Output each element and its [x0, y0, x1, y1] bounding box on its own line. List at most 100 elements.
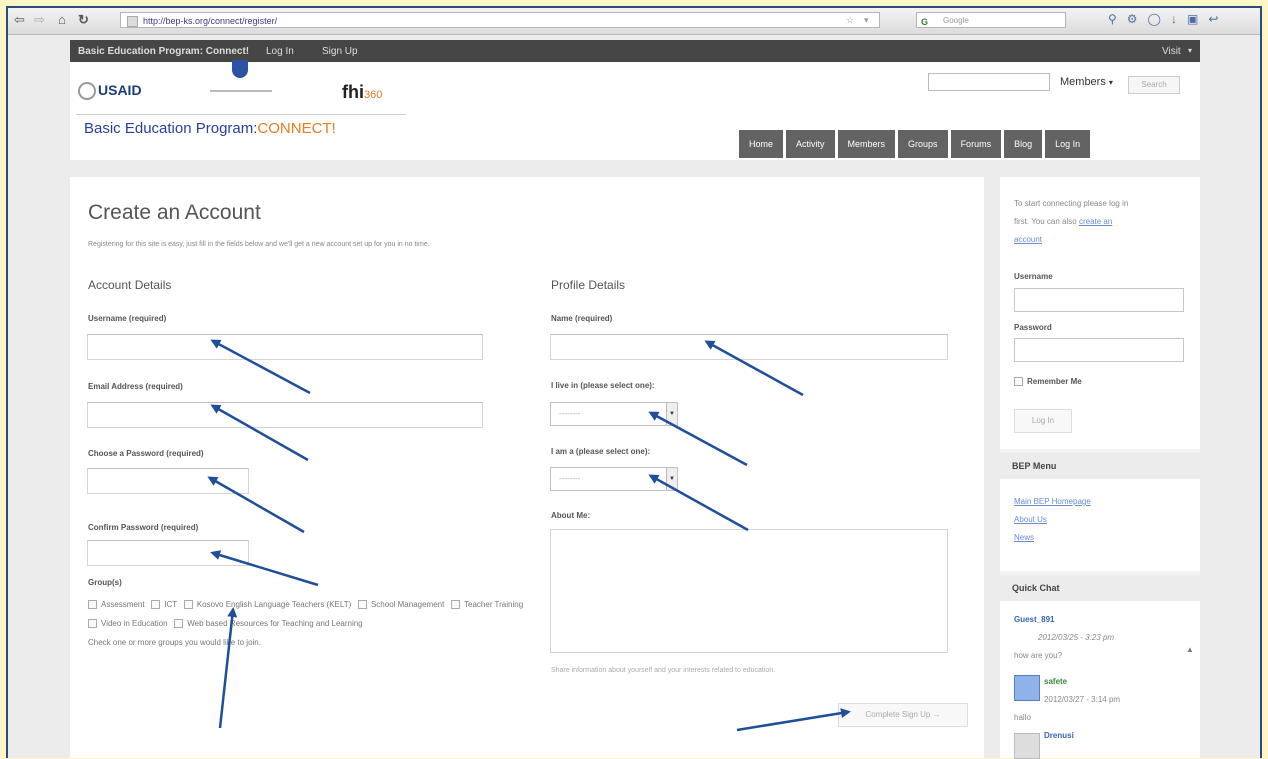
sidebar-username-label: Username: [1014, 272, 1053, 281]
admin-bar: Basic Education Program: Connect! Log In…: [70, 40, 1200, 62]
fhi-logo-text: fhi: [342, 82, 364, 102]
page-title: Create an Account: [88, 201, 261, 224]
chat-text: how are you?: [1014, 651, 1063, 660]
admin-bar-login[interactable]: Log In: [266, 46, 294, 57]
remember-me[interactable]: Remember Me: [1014, 377, 1082, 387]
about-me-label: About Me:: [551, 511, 591, 520]
chevron-down-icon: ▾: [1108, 78, 1113, 87]
chat-scroll-up-icon[interactable]: ▲: [1186, 645, 1194, 654]
site-title[interactable]: Basic Education Program:CONNECT!: [84, 120, 336, 137]
back-icon[interactable]: ⇦: [14, 12, 25, 28]
group-checkbox[interactable]: [174, 619, 184, 629]
group-checkbox[interactable]: [88, 619, 97, 629]
group-option-label: Kosovo English Language Teachers (KELT): [196, 600, 352, 609]
group-checkbox[interactable]: [88, 600, 97, 610]
nav-activity[interactable]: Activity: [786, 130, 835, 158]
google-icon: G: [921, 17, 929, 27]
login-intro: To start connecting please log in first.…: [1014, 195, 1128, 249]
i-am-label: I am a (please select one):: [551, 447, 651, 456]
main-nav: Home Activity Members Groups Forums Blog Log I…: [736, 130, 1091, 158]
login-intro-line-1: To start connecting please log in: [1014, 199, 1129, 208]
nav-members[interactable]: Members: [837, 130, 896, 158]
sidebar-username-input[interactable]: [1014, 288, 1184, 312]
menu-item-about-us[interactable]: About Us: [1014, 515, 1047, 524]
i-am-select[interactable]: -------- ▼: [550, 467, 678, 491]
about-me-textarea[interactable]: [550, 529, 948, 653]
live-in-value: --------: [559, 409, 581, 418]
group-checkbox[interactable]: [183, 600, 193, 610]
avatar: [1014, 733, 1040, 759]
fhi-logo-suffix: 360: [364, 89, 383, 101]
site-header: USAID fhi360 Basic Education Program:CON…: [70, 60, 1200, 160]
home-icon[interactable]: ⌂: [58, 12, 66, 28]
admin-bar-visit[interactable]: Visit: [1162, 46, 1181, 57]
group-checkbox[interactable]: [151, 600, 161, 610]
header-search-button[interactable]: Search: [1128, 76, 1180, 94]
login-widget: To start connecting please log in first.…: [1000, 177, 1200, 449]
site-title-connect: CONNECT!: [257, 120, 336, 137]
about-me-hint: Share information about yourself and you…: [551, 667, 776, 674]
admin-bar-signup[interactable]: Sign Up: [322, 46, 358, 57]
chat-time: 2012/03/25 - 3:23 pm: [1038, 633, 1115, 642]
confirm-password-input[interactable]: [87, 540, 249, 566]
registration-form: Create an Account Registering for this s…: [70, 177, 984, 758]
username-input[interactable]: [87, 334, 483, 360]
group-checkbox[interactable]: [451, 600, 461, 610]
bep-menu: Main BEP Homepage About Us News: [1000, 479, 1200, 571]
usaid-logo[interactable]: USAID: [78, 82, 142, 101]
name-input[interactable]: [550, 334, 948, 360]
group-option-label: Teacher Training: [464, 600, 524, 609]
intro-text: Registering for this site is easy, just …: [88, 241, 430, 248]
group-option-label: Web based Resources for Teaching and Lea…: [187, 619, 363, 628]
password-label: Choose a Password (required): [88, 449, 204, 458]
sidebar-login-button[interactable]: Log In: [1014, 409, 1072, 433]
group-option-label: ICT: [164, 600, 178, 609]
usaid-seal-icon: [78, 82, 96, 101]
confirm-password-label: Confirm Password (required): [88, 523, 199, 532]
chat-username[interactable]: Guest_891: [1014, 615, 1054, 624]
search-placeholder: Google: [943, 16, 969, 25]
bep-menu-list: Main BEP Homepage About Us News: [1014, 493, 1091, 547]
login-intro-line-2: first. You can also: [1014, 217, 1077, 226]
group-checkbox[interactable]: [357, 600, 367, 610]
chat-message: Drenusi: [1044, 727, 1074, 745]
password-input[interactable]: [87, 468, 249, 494]
sidebar-password-label: Password: [1014, 323, 1052, 332]
menu-item-main-homepage[interactable]: Main BEP Homepage: [1014, 497, 1091, 506]
complete-signup-button[interactable]: Complete Sign Up →: [838, 703, 968, 727]
chat-username[interactable]: Drenusi: [1044, 731, 1074, 740]
remember-me-checkbox[interactable]: [1014, 377, 1023, 387]
forward-icon[interactable]: ⇨: [34, 12, 45, 28]
chat-username[interactable]: safete: [1044, 677, 1067, 686]
groups-hint: Check one or more groups you would like …: [88, 638, 261, 647]
nav-home[interactable]: Home: [739, 130, 784, 158]
header-divider: [76, 114, 406, 115]
address-bar[interactable]: http://bep-ks.org/connect/register/: [120, 12, 880, 28]
username-label: Username (required): [88, 314, 167, 323]
browser-search-input[interactable]: G Google: [916, 12, 1066, 28]
admin-bar-site[interactable]: Basic Education Program: Connect!: [78, 46, 249, 57]
menu-item-news[interactable]: News: [1014, 533, 1034, 542]
logo-divider: [210, 90, 272, 92]
live-in-select[interactable]: -------- ▼: [550, 402, 678, 426]
bookmark-star-icon[interactable]: ☆: [846, 12, 854, 28]
search-scope-select[interactable]: Members ▾: [1060, 76, 1113, 88]
nav-groups[interactable]: Groups: [898, 130, 948, 158]
avatar: [1014, 675, 1040, 701]
reload-icon[interactable]: ↻: [78, 12, 89, 28]
create-account-link-2[interactable]: account: [1014, 235, 1042, 244]
dropdown-icon[interactable]: ▾: [864, 12, 869, 28]
nav-blog[interactable]: Blog: [1004, 130, 1043, 158]
visit-dropdown-icon[interactable]: ▾: [1188, 46, 1192, 55]
create-account-link[interactable]: create an: [1079, 217, 1112, 226]
browser-toolbar: ⇦ ⇨ ⌂ ↻ http://bep-ks.org/connect/regist…: [8, 8, 1260, 35]
nav-login[interactable]: Log In: [1045, 130, 1091, 158]
header-search-input[interactable]: [928, 73, 1050, 91]
favicon-icon: [127, 16, 138, 27]
sidebar-password-input[interactable]: [1014, 338, 1184, 362]
nav-forums[interactable]: Forums: [950, 130, 1002, 158]
kosovo-logo: [210, 60, 272, 96]
email-input[interactable]: [87, 402, 483, 428]
toolbar-icons[interactable]: ⚲⚙◯↓▣↩: [1108, 12, 1228, 26]
search-scope-value: Members: [1060, 76, 1106, 88]
